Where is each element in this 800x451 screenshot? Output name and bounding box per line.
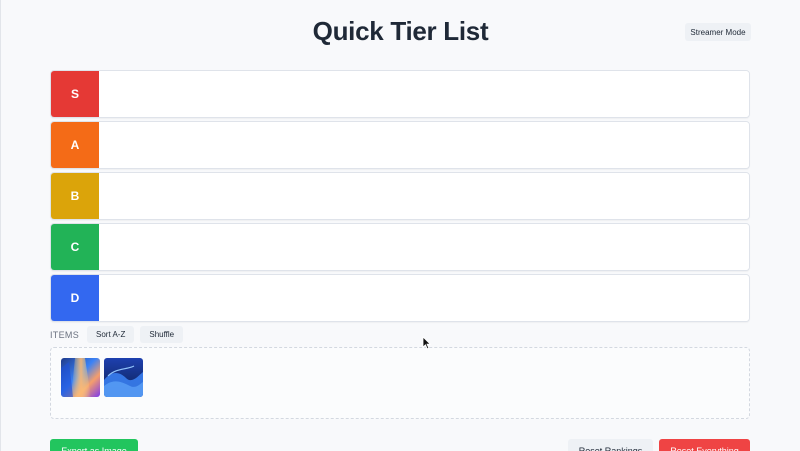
tier-rows: S A B C D [50,70,750,325]
tier-list-page: Quick Tier List Streamer Mode S A B C D … [0,0,800,451]
tier-drop-zone-d[interactable] [99,275,749,321]
tier-row-c: C [50,223,750,271]
tier-drop-zone-a[interactable] [99,122,749,168]
items-toolbar: ITEMS Sort A-Z Shuffle [50,326,184,343]
tier-drop-zone-c[interactable] [99,224,749,270]
tier-label-a[interactable]: A [51,122,99,168]
export-image-button[interactable]: Export as Image [50,439,138,451]
sort-az-button[interactable]: Sort A-Z [87,326,135,343]
tier-drop-zone-b[interactable] [99,173,749,219]
tier-row-a: A [50,121,750,169]
tier-row-b: B [50,172,750,220]
tier-row-d: D [50,274,750,322]
tier-row-s: S [50,70,750,118]
item-pool[interactable] [50,347,750,419]
reset-rankings-button[interactable]: Reset Rankings [568,439,653,451]
tier-label-c[interactable]: C [51,224,99,270]
abstract-light-rays-image[interactable] [61,358,100,397]
reset-everything-button[interactable]: Reset Everything [659,439,750,451]
tier-drop-zone-s[interactable] [99,71,749,117]
shuffle-button[interactable]: Shuffle [140,326,184,343]
tier-label-s[interactable]: S [51,71,99,117]
blue-wave-image[interactable] [104,358,143,397]
tier-label-b[interactable]: B [51,173,99,219]
mouse-cursor-icon [422,336,432,350]
items-heading: ITEMS [50,329,80,340]
streamer-mode-button[interactable]: Streamer Mode [685,23,751,41]
page-title: Quick Tier List [312,16,489,46]
tier-label-d[interactable]: D [51,275,99,321]
